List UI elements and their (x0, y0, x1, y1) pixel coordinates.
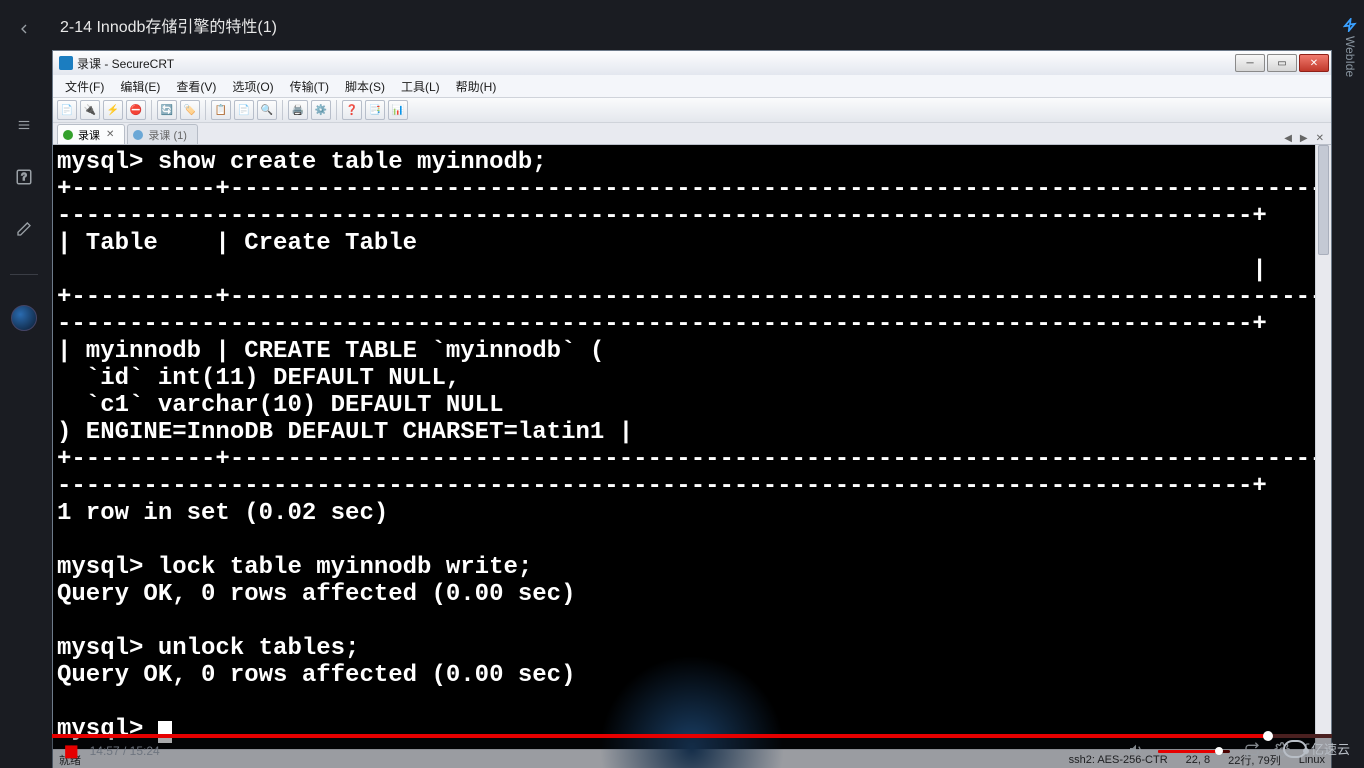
volume-slider[interactable] (1158, 750, 1230, 753)
tb-quick-icon[interactable]: ⚡ (103, 100, 123, 120)
seek-knob[interactable] (1263, 731, 1273, 741)
menu-help[interactable]: 帮助(H) (450, 76, 503, 97)
pencil-icon[interactable] (13, 218, 35, 240)
tabs-prev-icon[interactable]: ◀ (1281, 133, 1295, 144)
watermark-text: 亿速云 (1311, 739, 1350, 758)
minimize-button[interactable]: ─ (1235, 54, 1265, 72)
menu-bar: 文件(F) 编辑(E) 查看(V) 选项(O) 传输(T) 脚本(S) 工具(L… (53, 75, 1331, 97)
menu-options[interactable]: 选项(O) (226, 76, 279, 97)
loop-icon[interactable] (1244, 742, 1260, 761)
toolbar: 📄 🔌 ⚡ ⛔ 🔄 🏷️ 📋 📄 🔍 🖨️ ⚙️ ❓ 📑 📊 (53, 97, 1331, 123)
video-controls: ▮▮ 14:57 / 15:24 (52, 734, 1332, 768)
help-icon[interactable]: ? (13, 166, 35, 188)
window-title-text: 录课 - SecureCRT (77, 55, 174, 72)
tb-find-icon[interactable]: 🔍 (257, 100, 277, 120)
tb-connect-icon[interactable]: 🔌 (80, 100, 100, 120)
app-icon (59, 56, 73, 70)
menu-script[interactable]: 脚本(S) (339, 76, 391, 97)
watermark-icon (1283, 740, 1307, 758)
pause-button[interactable]: ▮▮ (64, 741, 76, 761)
watermark: 亿速云 (1277, 735, 1356, 762)
tb-extra2-icon[interactable]: 📊 (388, 100, 408, 120)
maximize-button[interactable]: ▭ (1267, 54, 1297, 72)
tab-session-1[interactable]: 录课 ✕ (57, 124, 125, 144)
vertical-scrollbar[interactable] (1315, 145, 1331, 749)
seek-bar[interactable] (52, 734, 1332, 738)
terminal-output[interactable]: mysql> show create table myinnodb; +----… (53, 145, 1315, 749)
tab-status-dot-icon (63, 130, 73, 140)
back-icon[interactable] (13, 18, 35, 40)
menu-icon[interactable] (13, 114, 35, 136)
svg-text:?: ? (21, 172, 27, 183)
tb-reconnect-icon[interactable]: 🔄 (157, 100, 177, 120)
tb-props-icon[interactable]: 🏷️ (180, 100, 200, 120)
session-tabs: 录课 ✕ 录课 (1) ◀ ▶ ✕ (53, 123, 1331, 145)
tb-extra1-icon[interactable]: 📑 (365, 100, 385, 120)
tab-status-dot-icon (133, 130, 143, 140)
page-title: 2-14 Innodb存储引擎的特性(1) (60, 13, 277, 37)
page-top-bar: 2-14 Innodb存储引擎的特性(1) (48, 0, 1336, 50)
globe-icon[interactable] (11, 305, 37, 331)
time-current: 14:57 (90, 744, 120, 758)
left-icon-rail: ? (0, 0, 48, 768)
time-total: 15:24 (130, 744, 160, 758)
menu-file[interactable]: 文件(F) (59, 76, 110, 97)
tb-copy-icon[interactable]: 📋 (211, 100, 231, 120)
volume-icon[interactable] (1128, 742, 1144, 761)
menu-edit[interactable]: 编辑(E) (114, 76, 166, 97)
rail-divider (10, 274, 38, 275)
menu-transfer[interactable]: 传输(T) (284, 76, 335, 97)
tb-help-icon[interactable]: ❓ (342, 100, 362, 120)
tab-label: 录课 (78, 127, 100, 143)
tabs-next-icon[interactable]: ▶ (1297, 133, 1311, 144)
webide-label: WebIde (1343, 36, 1357, 77)
tb-new-icon[interactable]: 📄 (57, 100, 77, 120)
tab-close-icon[interactable]: ✕ (106, 129, 114, 140)
tabs-close-icon[interactable]: ✕ (1313, 133, 1327, 144)
tb-paste-icon[interactable]: 📄 (234, 100, 254, 120)
menu-tools[interactable]: 工具(L) (395, 76, 446, 97)
main-column: 2-14 Innodb存储引擎的特性(1) 录课 - SecureCRT ─ ▭… (48, 0, 1336, 768)
video-content-area: 录课 - SecureCRT ─ ▭ ✕ 文件(F) 编辑(E) 查看(V) 选… (52, 50, 1332, 768)
securecrt-window: 录课 - SecureCRT ─ ▭ ✕ 文件(F) 编辑(E) 查看(V) 选… (52, 50, 1332, 768)
tb-disconnect-icon[interactable]: ⛔ (126, 100, 146, 120)
volume-fill (1158, 750, 1219, 753)
webide-tab[interactable]: WebIde (1341, 12, 1359, 83)
menu-view[interactable]: 查看(V) (170, 76, 222, 97)
video-time: 14:57 / 15:24 (90, 744, 160, 758)
seek-fill (52, 734, 1268, 738)
scrollbar-thumb[interactable] (1318, 145, 1329, 255)
close-button[interactable]: ✕ (1299, 54, 1329, 72)
right-rail: WebIde (1336, 0, 1364, 768)
tab-label: 录课 (1) (148, 127, 187, 143)
tb-settings-icon[interactable]: ⚙️ (311, 100, 331, 120)
volume-knob[interactable] (1215, 747, 1223, 755)
window-titlebar[interactable]: 录课 - SecureCRT ─ ▭ ✕ (53, 51, 1331, 75)
tab-session-2[interactable]: 录课 (1) (127, 124, 198, 144)
tb-print-icon[interactable]: 🖨️ (288, 100, 308, 120)
